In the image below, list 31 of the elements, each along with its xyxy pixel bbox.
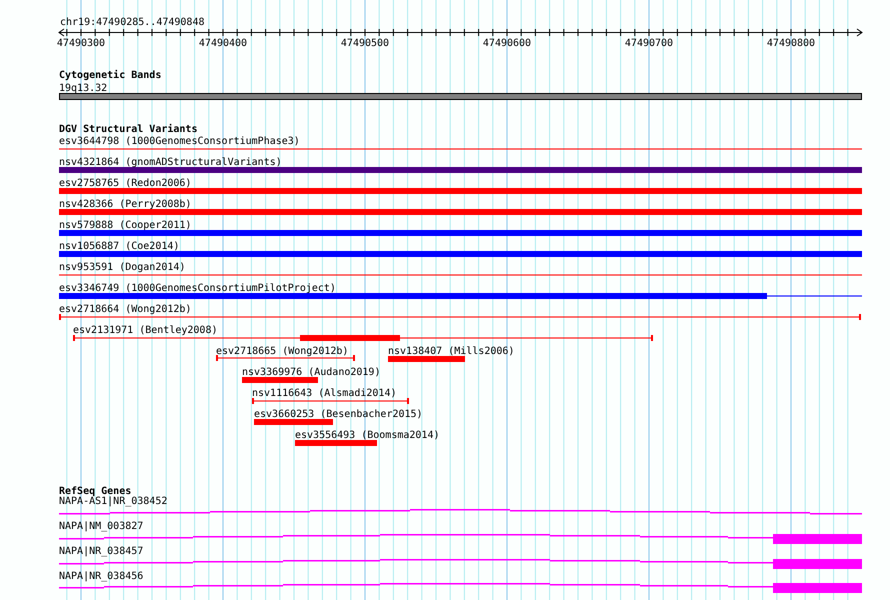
gene-label: NAPA-AS1|NR_038452 [59,496,168,507]
variant-label: nsv953591 (Dogan2014) [59,262,186,273]
track-title: RefSeq Genes [59,486,132,497]
tick-label: 47490400 [198,38,248,49]
variant-label: esv2718665 (Wong2012b) [216,346,348,357]
tick-label: 47490700 [624,38,674,49]
variant-label: esv2758765 (Redon2006) [59,178,192,189]
variant-label: esv3556493 (Boomsma2014) [295,430,440,441]
variant-label: nsv428366 (Perry2008b) [59,199,192,210]
variant-label: esv3644798 (1000GenomesConsortiumPhase3) [59,136,300,147]
location-label: chr19:47490285..47490848 [60,17,204,28]
variant-label: nsv1056887 (Coe2014) [59,241,180,252]
tick-label: 47490600 [482,38,532,49]
variant-label: nsv3369976 (Audano2019) [242,367,380,378]
tick-label: 47490300 [56,38,106,49]
variant-label: esv2131971 (Bentley2008) [73,325,218,336]
variant-label: nsv579888 (Cooper2011) [59,220,192,231]
gene-label: NAPA|NR_038457 [59,546,144,557]
variant-label: esv3346749 (1000GenomesConsortiumPilotProject) [59,283,336,294]
tick-label: 47490800 [766,38,816,49]
variant-label: nsv4321864 (gnomADStructuralVariants) [59,157,282,168]
variant-label: nsv1116643 (Alsmadi2014) [252,388,396,399]
gene-label: NAPA|NM_003827 [59,521,144,532]
band-label: 19q13.32 [59,83,108,94]
track-title: DGV Structural Variants [59,124,198,135]
gene-label: NAPA|NR_038456 [59,571,144,582]
variant-label: nsv138407 (Mills2006) [388,346,514,357]
variant-label: esv2718664 (Wong2012b) [59,304,192,315]
variant-label: esv3660253 (Besenbacher2015) [254,409,423,420]
track-title: Cytogenetic Bands [59,70,162,81]
tick-label: 47490500 [340,38,390,49]
